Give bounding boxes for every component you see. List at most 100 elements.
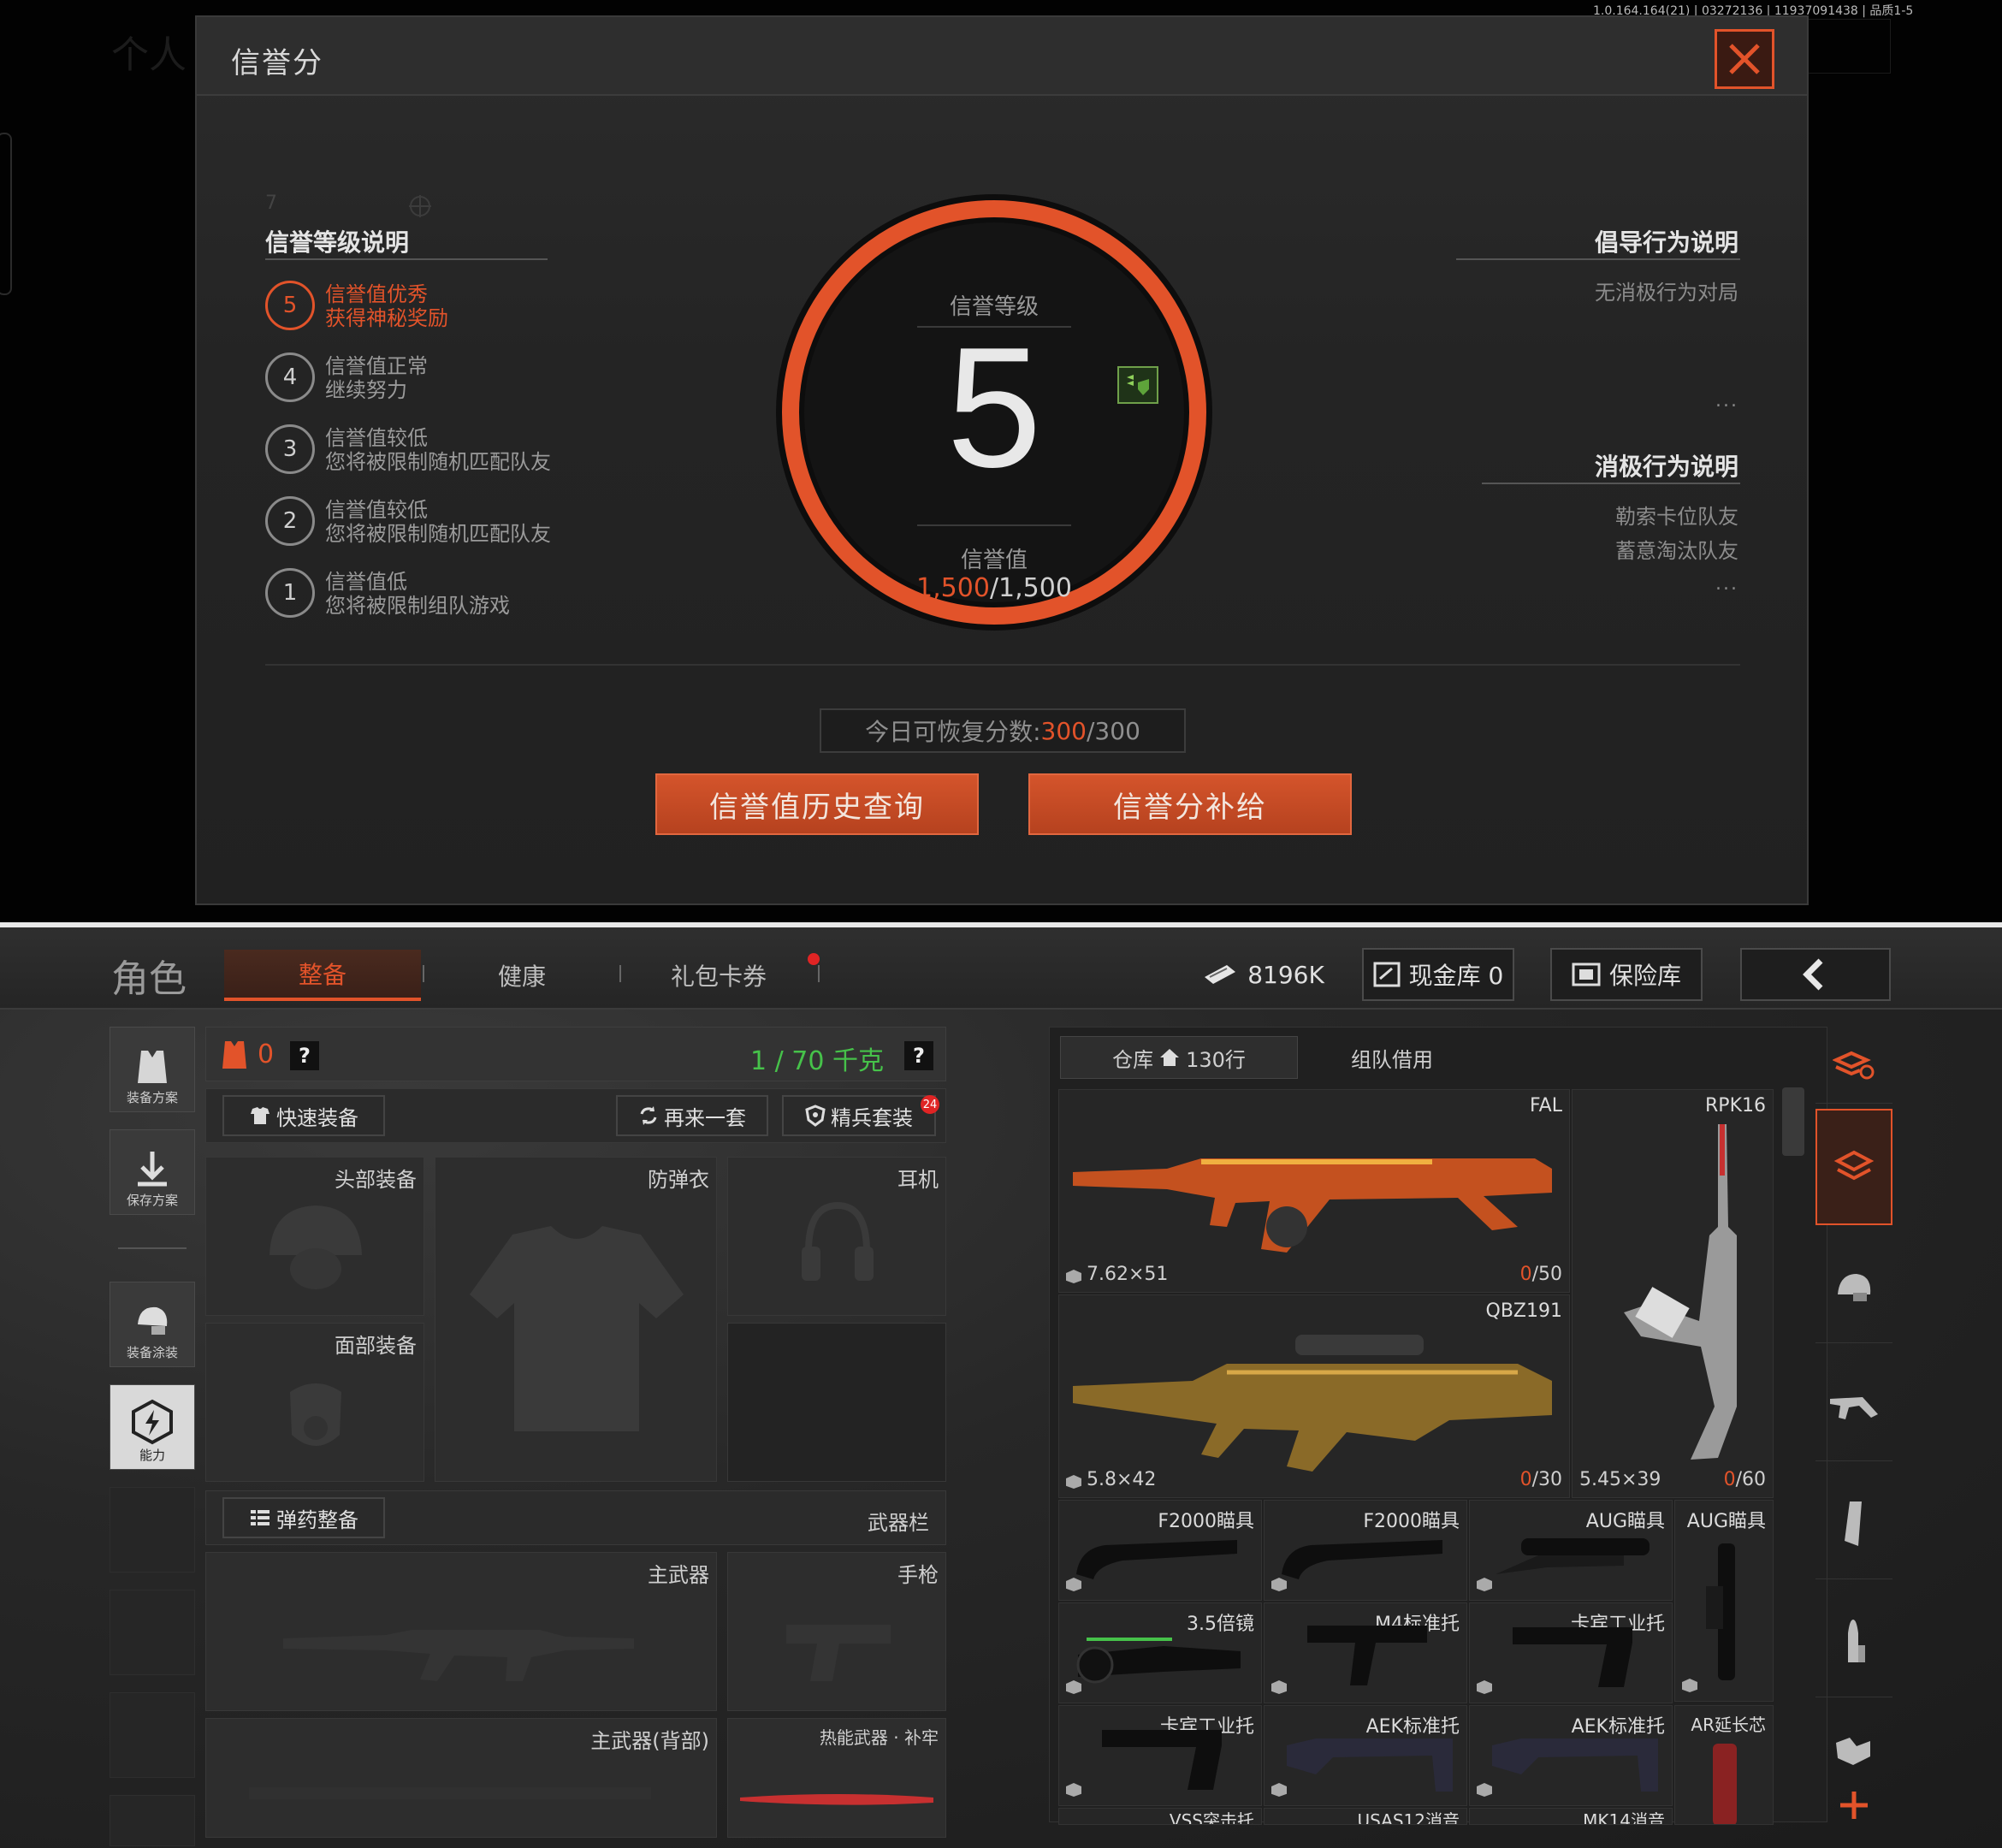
ability-button[interactable]: 能力: [110, 1384, 195, 1470]
positive-section-divider: [1456, 258, 1740, 260]
side-label: 保存方案: [126, 1193, 178, 1208]
quick-equip-label: 快速装备: [276, 1105, 358, 1130]
save-plan-button[interactable]: 保存方案: [110, 1129, 195, 1215]
back-button[interactable]: [1740, 948, 1891, 1001]
dialog-titlebar: 信誉分: [197, 17, 1807, 96]
tab-prep[interactable]: 整备: [224, 950, 421, 1001]
add-button[interactable]: [1815, 1780, 1892, 1831]
supply-button[interactable]: 信誉分补给: [1028, 773, 1352, 835]
rifle-icon: [1830, 1396, 1878, 1419]
item-f2000-sight[interactable]: F2000瞄具: [1058, 1500, 1262, 1601]
category-gear[interactable]: [1815, 1232, 1892, 1343]
page-title: 角色: [111, 957, 187, 1001]
category-magazine[interactable]: [1815, 1468, 1892, 1579]
inventory-scrollbar[interactable]: [1782, 1087, 1804, 1156]
folding-stock-icon: [1287, 1738, 1453, 1792]
item-aek-stock[interactable]: AEK标准托: [1469, 1705, 1673, 1806]
vest-slot[interactable]: 防弹衣: [435, 1157, 717, 1482]
item-carbine-stock[interactable]: 卡宾工业托: [1469, 1602, 1673, 1703]
item-usas12-suppressor[interactable]: USAS12消音: [1264, 1808, 1467, 1825]
melee-slot[interactable]: 热能武器 · 补牢: [727, 1718, 946, 1838]
recover-label: 今日可恢复分数:: [865, 718, 1041, 746]
fal-rifle-icon: [1073, 1158, 1552, 1253]
history-button[interactable]: 信誉值历史查询: [655, 773, 979, 835]
box-icon: [1271, 1680, 1287, 1694]
category-rail: [1815, 1027, 1892, 1831]
item-name: QBZ191: [1485, 1300, 1562, 1322]
pistol-silhouette-icon: [786, 1625, 891, 1681]
primary-weapon-slot[interactable]: 主武器: [205, 1552, 717, 1711]
cash-vault-button[interactable]: 现金库 0: [1362, 948, 1514, 1001]
tab-gift[interactable]: 礼包卡券: [625, 950, 813, 1001]
item-aug-sight[interactable]: AUG瞄具: [1469, 1500, 1673, 1601]
warehouse-tab[interactable]: 仓库 130行: [1060, 1036, 1298, 1079]
item-rpk16[interactable]: RPK16 5.45×39 0/60: [1572, 1089, 1774, 1498]
primary-back-slot[interactable]: 主武器(背部): [205, 1718, 717, 1838]
close-button[interactable]: [1715, 29, 1774, 89]
loadout-plan-button[interactable]: 装备方案: [110, 1027, 195, 1112]
money-icon: [1205, 965, 1236, 984]
faint-number: 7: [265, 192, 277, 214]
team-borrow-tab[interactable]: 组队借用: [1306, 1036, 1478, 1079]
level-desc: 您将被限制随机匹配队友: [325, 450, 551, 474]
item-aek-stock[interactable]: AEK标准托: [1264, 1705, 1467, 1806]
elite-badge: 24: [921, 1095, 939, 1114]
box-icon: [1066, 1783, 1081, 1797]
face-slot[interactable]: 面部装备: [205, 1323, 424, 1482]
head-slot[interactable]: 头部装备: [205, 1157, 424, 1316]
item-aug-sight-tall[interactable]: AUG瞄具: [1674, 1500, 1774, 1702]
item-vss-stock[interactable]: VSS突击托: [1058, 1808, 1262, 1825]
elite-set-button[interactable]: 精兵套装: [782, 1095, 936, 1136]
item-qbz191[interactable]: QBZ191 5.8×42 0/30: [1058, 1294, 1570, 1498]
vest-icon: [138, 1051, 167, 1083]
item-3x-scope[interactable]: 3.5倍镜: [1058, 1602, 1262, 1703]
level-desc: 继续努力: [325, 378, 407, 402]
negative-item: 蓄意淘汰队友: [1615, 539, 1738, 563]
helmet-icon: [1838, 1273, 1871, 1301]
ear-slot[interactable]: 耳机: [727, 1157, 946, 1316]
money-display: 8196K: [1196, 948, 1330, 1001]
category-ammo[interactable]: [1815, 1586, 1892, 1697]
item-ar-buffer[interactable]: AR延长芯: [1674, 1705, 1774, 1825]
item-name: F2000瞄具: [1363, 1511, 1460, 1532]
background-title: 个人: [111, 33, 187, 77]
item-fal[interactable]: FAL 7.62×51 0/50: [1058, 1089, 1570, 1293]
quick-equip-button[interactable]: 快速装备: [222, 1095, 385, 1136]
paint-button[interactable]: 装备涂装: [110, 1282, 195, 1367]
side-divider: [118, 1247, 187, 1249]
side-empty-slot: [110, 1795, 195, 1846]
close-icon: [1729, 44, 1760, 74]
item-m4-stock[interactable]: M4标准托: [1264, 1602, 1467, 1703]
level-row-4: 4 信誉值正常 继续努力: [265, 349, 625, 409]
slot-label: 主武器: [648, 1563, 709, 1587]
tab-separator: [619, 965, 621, 982]
magazine-icon: [1845, 1501, 1862, 1546]
item-caliber: 7.62×51: [1087, 1264, 1169, 1285]
weight-help-button[interactable]: ?: [904, 1041, 933, 1070]
shirt-icon: [251, 1107, 270, 1124]
shield-icon: [805, 1105, 826, 1127]
item-carbine-stock[interactable]: 卡宾工业托: [1058, 1705, 1262, 1806]
item-name: AUG瞄具: [1686, 1511, 1766, 1532]
safe-button[interactable]: 保险库: [1550, 948, 1703, 1001]
level-row-2: 2 信誉值较低 您将被限制随机匹配队友: [265, 493, 625, 553]
sort-button[interactable]: [1815, 1027, 1892, 1104]
again-button[interactable]: 再来一套: [616, 1095, 768, 1136]
item-f2000-sight[interactable]: F2000瞄具: [1264, 1500, 1467, 1601]
ammo-prep-button[interactable]: 弹药整备: [222, 1497, 385, 1538]
help-button[interactable]: ?: [290, 1041, 319, 1070]
blade-icon: [740, 1794, 933, 1805]
pistol-slot[interactable]: 手枪: [727, 1552, 946, 1711]
item-mk14-suppressor[interactable]: MK14消音: [1469, 1808, 1673, 1825]
category-all[interactable]: [1815, 1109, 1892, 1225]
buffer-tube-icon: [1713, 1744, 1737, 1824]
armor-count: 0: [258, 1040, 275, 1069]
side-label: 能力: [139, 1448, 165, 1463]
slot-label: 防弹衣: [648, 1168, 709, 1192]
box-icon: [1066, 1475, 1081, 1489]
equipment-header: 0 ? 1 / 70 千克 ?: [205, 1027, 946, 1081]
qbz191-rifle-icon: [1073, 1335, 1552, 1472]
category-weapons[interactable]: [1815, 1350, 1892, 1461]
tab-health[interactable]: 健康: [428, 950, 616, 1001]
negative-more: ...: [1715, 573, 1738, 595]
